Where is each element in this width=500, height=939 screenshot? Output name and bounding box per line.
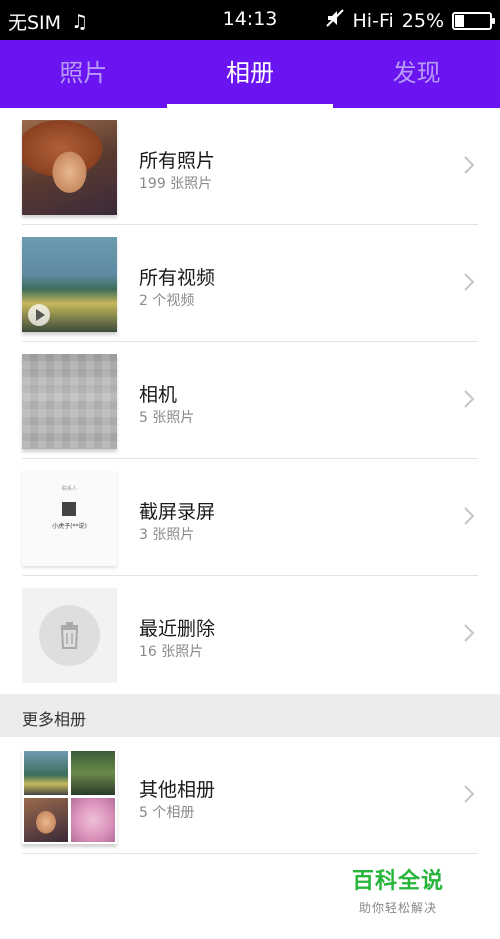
album-title: 其他相册 (139, 779, 216, 801)
album-count: 199 张照片 (139, 176, 213, 192)
album-title: 所有照片 (139, 150, 216, 172)
grid-thumb (71, 751, 115, 795)
album-title: 截屏录屏 (139, 501, 216, 523)
tab-photos[interactable]: 照片 (0, 40, 167, 108)
watermark-subtitle: 助你轻松解决 (358, 901, 437, 915)
album-screenshots[interactable]: 联系人 小虎子(**说) 截屏录屏 3 张照片 (0, 459, 500, 576)
status-right: Hi-Fi 25% (325, 8, 495, 33)
album-count: 5 张照片 (139, 410, 195, 426)
silent-mode-icon (325, 8, 345, 33)
hifi-label: Hi-Fi (352, 9, 394, 32)
grid-thumb (24, 751, 68, 795)
thumb-caption: 联系人 (61, 486, 77, 492)
play-icon (28, 304, 50, 326)
album-title: 最近删除 (139, 618, 216, 640)
grid-thumb (71, 798, 115, 842)
tab-discover[interactable]: 发现 (333, 40, 500, 108)
tab-bar: 照片 相册 发现 (0, 40, 500, 108)
tab-albums[interactable]: 相册 (166, 40, 334, 108)
battery-icon (452, 11, 495, 30)
album-title: 所有视频 (139, 267, 216, 289)
album-all-photos[interactable]: 所有照片 199 张照片 (0, 108, 500, 225)
album-title: 相机 (139, 384, 178, 406)
watermark-logo: 百科全说 助你轻松解决 (338, 863, 458, 916)
album-all-videos[interactable]: 所有视频 2 个视频 (0, 225, 500, 342)
album-thumbnail (22, 354, 117, 449)
chevron-right-icon (464, 390, 475, 408)
section-header-more-albums: 更多相册 (0, 694, 500, 737)
album-thumbnail-grid (22, 749, 117, 844)
album-count: 2 个视频 (139, 293, 195, 309)
album-thumbnail (22, 120, 117, 215)
status-bar: 无SIM ♫ 14:13 Hi-Fi 25% (0, 0, 500, 40)
battery-fill (455, 14, 464, 27)
album-recently-deleted[interactable]: 最近删除 16 张照片 (0, 576, 500, 693)
album-count: 5 个相册 (139, 805, 195, 821)
avatar (62, 502, 76, 516)
chevron-right-icon (464, 156, 475, 174)
section-title: 更多相册 (22, 710, 87, 729)
album-camera[interactable]: 相机 5 张照片 (0, 342, 500, 459)
battery-percent: 25% (401, 9, 444, 32)
chevron-right-icon (464, 624, 475, 642)
album-thumbnail (22, 588, 117, 683)
album-count: 3 张照片 (139, 527, 195, 543)
chevron-right-icon (464, 273, 475, 291)
album-count: 16 张照片 (139, 644, 204, 660)
grid-thumb (24, 798, 68, 842)
more-albums-list: 其他相册 5 个相册 (0, 737, 500, 854)
album-thumbnail: 联系人 小虎子(**说) (22, 471, 117, 566)
divider (22, 853, 478, 854)
watermark-title: 百科全说 (351, 869, 444, 894)
album-list: 所有照片 199 张照片 所有视频 2 个视频 相机 5 张照片 联系人 小虎子… (0, 108, 500, 693)
chevron-right-icon (464, 507, 475, 525)
album-thumbnail (22, 237, 117, 332)
thumb-name: 小虎子(**说) (52, 523, 87, 530)
chevron-right-icon (464, 785, 475, 803)
trash-icon (39, 605, 100, 666)
album-other-albums[interactable]: 其他相册 5 个相册 (0, 737, 500, 854)
